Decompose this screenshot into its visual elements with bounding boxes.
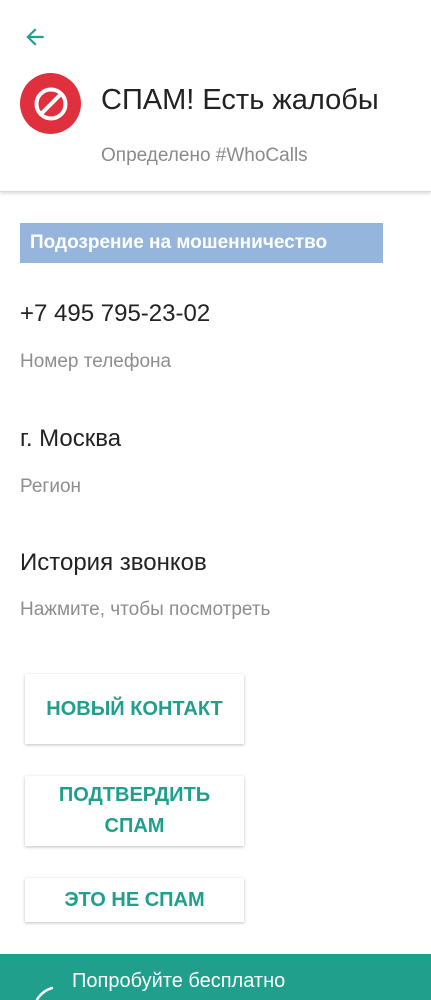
screen: СПАМ! Есть жалобы Определено #WhoCalls П…	[0, 0, 431, 1000]
promo-banner[interactable]: Попробуйте бесплатно	[0, 954, 431, 1000]
not-spam-button[interactable]: ЭТО НЕ СПАМ	[25, 878, 244, 922]
fraud-suspicion-badge: Подозрение на мошенничество	[20, 223, 383, 263]
region-value: г. Москва	[20, 425, 122, 452]
phone-number-label: Номер телефона	[20, 351, 172, 372]
caller-header: СПАМ! Есть жалобы Определено #WhoCalls	[0, 0, 431, 192]
rocket-icon	[35, 986, 54, 1000]
call-history-title[interactable]: История звонков	[20, 549, 207, 577]
detected-by-label: Определено #WhoCalls	[101, 145, 308, 166]
arrow-left-icon	[26, 28, 44, 46]
block-icon	[34, 87, 67, 120]
new-contact-button[interactable]: НОВЫЙ КОНТАКТ	[25, 674, 244, 744]
back-button[interactable]	[18, 20, 52, 54]
confirm-spam-button[interactable]: ПОДТВЕРДИТЬ СПАМ	[25, 776, 244, 846]
call-history-hint[interactable]: Нажмите, чтобы посмотреть	[20, 599, 270, 621]
phone-number: +7 495 795-23-02	[20, 300, 211, 327]
promo-text: Попробуйте бесплатно	[72, 970, 286, 992]
page-title: СПАМ! Есть жалобы	[101, 84, 379, 116]
spam-status-icon	[20, 73, 81, 134]
region-label: Регион	[20, 476, 82, 497]
